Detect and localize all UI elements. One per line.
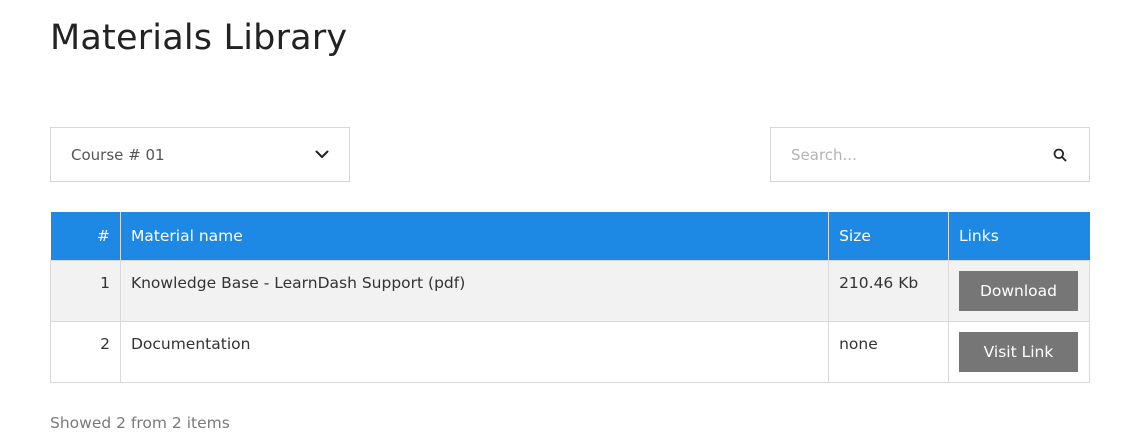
row-links: Download xyxy=(947,259,1091,322)
row-material-name: Knowledge Base - LearnDash Support (pdf) xyxy=(119,259,830,322)
page-title: Materials Library xyxy=(50,18,348,58)
search-icon[interactable] xyxy=(1051,146,1069,164)
table-header-row: # Material name Size Links xyxy=(50,212,1090,260)
row-num: 1 xyxy=(50,259,121,322)
search-input[interactable] xyxy=(791,145,1043,164)
course-select-value: Course # 01 xyxy=(71,145,165,164)
course-select[interactable]: Course # 01 xyxy=(50,127,350,182)
header-links: Links xyxy=(948,212,1090,260)
materials-table: # Material name Size Links 1 Knowledge B… xyxy=(50,212,1091,383)
header-material-name: Material name xyxy=(120,212,830,260)
row-size: none xyxy=(828,320,949,383)
chevron-down-icon xyxy=(315,148,329,162)
header-size: Size xyxy=(828,212,949,260)
table-row: 1 Knowledge Base - LearnDash Support (pd… xyxy=(50,259,1091,322)
row-material-name: Documentation xyxy=(119,320,830,383)
table-row: 2 Documentation none Visit Link xyxy=(50,320,1091,383)
row-links: Visit Link xyxy=(947,320,1091,383)
materials-library-page: Materials Library Course # 01 # Material… xyxy=(0,0,1141,448)
items-count-text: Showed 2 from 2 items xyxy=(50,414,230,432)
visit-link-button[interactable]: Visit Link xyxy=(958,331,1078,372)
header-num: # xyxy=(50,212,121,260)
download-button[interactable]: Download xyxy=(958,270,1078,311)
search-box xyxy=(770,127,1090,182)
row-num: 2 xyxy=(50,320,121,383)
row-size: 210.46 Kb xyxy=(828,259,949,322)
